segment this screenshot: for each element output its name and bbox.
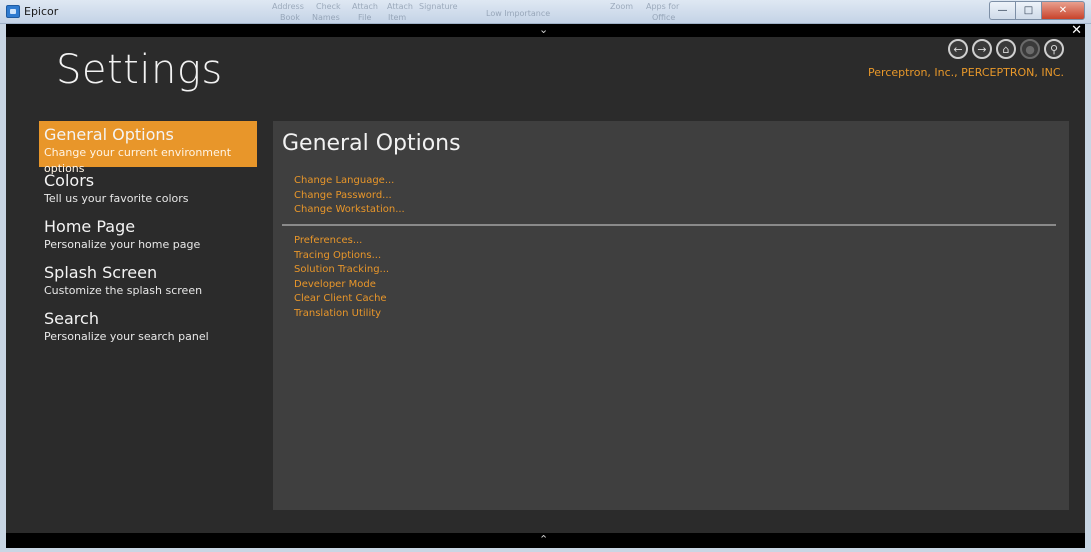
sidebar-item-subtitle: Personalize your search panel [44,330,209,343]
account-links: Change Language... Change Password... Ch… [294,174,405,218]
tool-links: Preferences... Tracing Options... Soluti… [294,234,389,321]
window-title: Epicor [24,5,59,18]
bottom-strip: ⌃ [6,533,1085,548]
ghost-ribbon-text: Apps for [646,2,680,11]
window-close-button[interactable]: ✕ [1041,1,1085,20]
settings-sidebar: General Options Change your current envi… [39,121,257,351]
change-workstation-link[interactable]: Change Workstation... [294,203,405,218]
navigation-buttons: ← → ⌂ ● ⚲ [948,39,1064,59]
sidebar-item-general-options[interactable]: General Options Change your current envi… [39,121,257,175]
sidebar-item-title: General Options [44,125,174,144]
ghost-ribbon-text: File [358,13,372,22]
home-icon[interactable]: ⌂ [996,39,1016,59]
ghost-ribbon-text: Address [272,2,304,11]
forward-arrow-icon[interactable]: → [972,39,992,59]
maximize-button[interactable]: □ [1015,1,1041,20]
developer-mode-link[interactable]: Developer Mode [294,278,389,293]
sidebar-item-title: Splash Screen [44,263,158,282]
settings-content: Settings ← → ⌂ ● ⚲ Perceptron, Inc., PER… [6,37,1085,533]
company-name[interactable]: Perceptron, Inc., PERCEPTRON, INC. [868,66,1064,79]
ghost-ribbon-text: Book [280,13,300,22]
sidebar-item-colors[interactable]: Colors Tell us your favorite colors [39,167,257,213]
sidebar-item-search[interactable]: Search Personalize your search panel [39,305,257,351]
ghost-ribbon-text: Names [312,13,340,22]
sidebar-item-title: Search [44,309,99,328]
search-icon[interactable]: ⚲ [1044,39,1064,59]
change-language-link[interactable]: Change Language... [294,174,405,189]
page-title: Settings [56,47,223,93]
sidebar-item-subtitle: Customize the splash screen [44,284,203,297]
epicor-app-icon [6,5,20,18]
ghost-ribbon-text: Item [388,13,407,22]
general-options-panel: General Options Change Language... Chang… [273,121,1069,510]
minimize-button[interactable]: — [989,1,1015,20]
sidebar-item-subtitle: Personalize your home page [44,238,201,251]
collapse-top-chevron-icon[interactable]: ⌄ [539,23,548,36]
sidebar-item-title: Home Page [44,217,136,236]
sidebar-item-subtitle: Tell us your favorite colors [44,192,189,205]
ghost-ribbon-text: Zoom [610,2,634,11]
solution-tracking-link[interactable]: Solution Tracking... [294,263,389,278]
panel-close-icon[interactable]: ✕ [1071,23,1082,38]
ghost-ribbon-text: Office [652,13,676,22]
sidebar-item-home-page[interactable]: Home Page Personalize your home page [39,213,257,259]
ghost-ribbon-text: Low Importance [486,9,551,18]
sidebar-item-splash-screen[interactable]: Splash Screen Customize the splash scree… [39,259,257,305]
back-arrow-icon[interactable]: ← [948,39,968,59]
ghost-ribbon-text: Signature [419,2,458,11]
top-strip: ⌄ ✕ [6,23,1085,38]
sidebar-item-title: Colors [44,171,95,190]
window-controls: — □ ✕ [989,1,1085,20]
tracing-options-link[interactable]: Tracing Options... [294,249,389,264]
section-divider [282,224,1056,226]
ghost-ribbon-text: Check [316,2,341,11]
ghost-ribbon-text: Attach [352,2,378,11]
change-password-link[interactable]: Change Password... [294,189,405,204]
clear-client-cache-link[interactable]: Clear Client Cache [294,292,389,307]
expand-bottom-chevron-icon[interactable]: ⌃ [539,533,548,546]
app-frame: ⌄ ✕ Settings ← → ⌂ ● ⚲ Perceptron, Inc.,… [6,23,1085,548]
stop-icon: ● [1020,39,1040,59]
panel-title: General Options [282,131,461,156]
ghost-ribbon-text: Attach [387,2,413,11]
preferences-link[interactable]: Preferences... [294,234,389,249]
window-titlebar: Epicor Address Check Attach Attach Signa… [0,0,1091,24]
translation-utility-link[interactable]: Translation Utility [294,307,389,322]
